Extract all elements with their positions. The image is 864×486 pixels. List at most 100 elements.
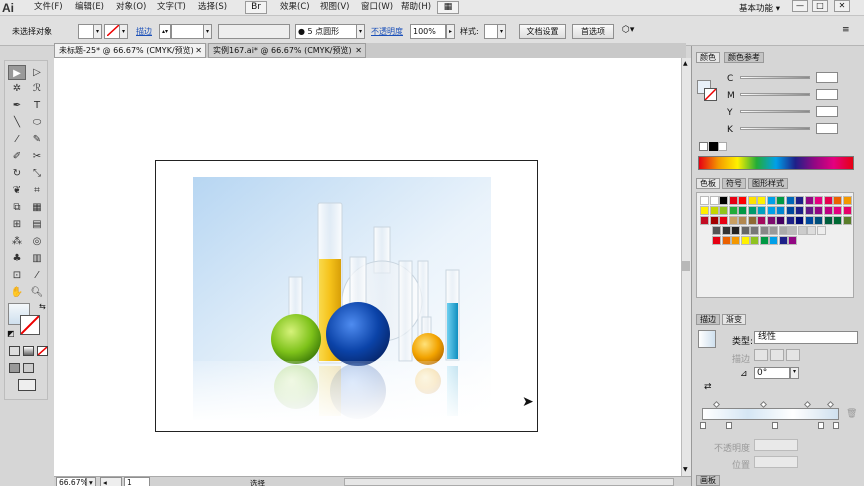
lasso-tool-icon[interactable]: ℛ [28, 81, 46, 96]
color-swatch[interactable] [709, 196, 719, 205]
maximize-button[interactable]: □ [812, 0, 828, 12]
blend-tool-icon[interactable]: ◎ [28, 234, 46, 249]
color-swatch[interactable] [747, 196, 757, 205]
color-swatch[interactable] [814, 206, 823, 215]
style-dropdown[interactable]: ▾ [497, 24, 506, 39]
channel-m-slider[interactable] [740, 93, 810, 96]
color-swatch[interactable] [842, 196, 852, 205]
rotate-tool-icon[interactable]: ↻ [8, 166, 26, 181]
color-swatch[interactable] [769, 226, 778, 235]
gradient-type-select[interactable]: 线性 [754, 331, 858, 344]
color-swatch[interactable] [728, 196, 738, 205]
gradient-stop[interactable] [818, 422, 824, 429]
color-swatch[interactable] [757, 206, 766, 215]
opacity-input[interactable]: 100% [410, 24, 446, 39]
stroke-swatch[interactable] [104, 24, 120, 39]
gradient-angle-input[interactable]: 0° [754, 367, 790, 379]
tab-color[interactable]: 颜色 [696, 52, 720, 63]
color-swatch[interactable] [747, 206, 757, 215]
color-swatch[interactable] [721, 226, 731, 235]
color-swatch[interactable] [759, 226, 769, 235]
isolate-icon[interactable]: ⬡▾ [622, 25, 634, 36]
gradient-stop[interactable] [726, 422, 732, 429]
color-swatch[interactable] [759, 236, 769, 245]
screen-mode-icon[interactable] [18, 379, 36, 391]
symbol-sprayer-tool-icon[interactable]: ♣ [8, 251, 26, 266]
brush-definition[interactable]: ● 5 点圆形 [295, 24, 357, 39]
tab-example-167[interactable]: 实例167.ai* @ 66.67% (CMYK/预览) ✕ [208, 43, 366, 58]
panel-menu-icon[interactable]: ≡ [842, 25, 850, 36]
tab-graphic-styles[interactable]: 图形样式 [748, 178, 788, 189]
gradient-opacity-input[interactable] [754, 439, 798, 451]
menu-file[interactable]: 文件(F) [34, 2, 63, 13]
color-swatch[interactable] [721, 236, 731, 245]
artboard-tool-icon[interactable]: ⊡ [8, 268, 26, 283]
line-tool-icon[interactable]: ╲ [8, 115, 26, 130]
gradient-midpoint[interactable] [826, 400, 835, 409]
workspace-switcher[interactable]: 基本功能 ▾ [739, 2, 780, 14]
gradient-mode-icon[interactable] [23, 346, 34, 356]
menu-help[interactable]: 帮助(H) [401, 2, 431, 13]
delete-stop-icon[interactable]: 🗑︎ [846, 409, 857, 419]
color-swatch[interactable] [833, 216, 842, 225]
menu-window[interactable]: 窗口(W) [361, 2, 393, 13]
tab-gradient[interactable]: 渐变 [722, 314, 746, 325]
color-swatch[interactable] [731, 236, 740, 245]
color-swatch[interactable] [738, 196, 747, 205]
color-swatch[interactable] [766, 216, 776, 225]
menu-view[interactable]: 视图(V) [320, 2, 349, 13]
stroke-weight-dropdown[interactable]: ▾ [203, 24, 212, 39]
gradient-slider[interactable] [702, 408, 839, 420]
color-swatch[interactable] [833, 206, 842, 215]
paintbrush-tool-icon[interactable]: ⁄ [8, 132, 26, 147]
channel-c-slider[interactable] [740, 76, 810, 79]
lab-glassware-illustration[interactable] [156, 161, 539, 433]
gradient-location-input[interactable] [754, 456, 798, 468]
color-swatch[interactable] [785, 196, 795, 205]
color-swatch[interactable] [750, 236, 759, 245]
perspective-grid-tool-icon[interactable]: ▦ [28, 200, 46, 215]
menu-select[interactable]: 选择(S) [198, 2, 227, 13]
gradient-stop[interactable] [700, 422, 706, 429]
reverse-gradient-icon[interactable]: ⇄ [704, 382, 712, 392]
minimize-button[interactable]: — [792, 0, 808, 12]
bridge-button[interactable]: Br [245, 1, 267, 14]
direct-selection-tool-icon[interactable]: ▷ [28, 65, 46, 80]
channel-k-slider[interactable] [740, 127, 810, 130]
color-swatch[interactable] [712, 226, 721, 235]
channel-y-input[interactable] [816, 106, 838, 117]
draw-normal-icon[interactable] [9, 363, 20, 373]
color-swatch[interactable] [709, 206, 719, 215]
vertical-scrollbar[interactable]: ▲ ▼ [681, 58, 691, 476]
magic-wand-tool-icon[interactable]: ✲ [8, 81, 26, 96]
menu-type[interactable]: 文字(T) [157, 2, 186, 13]
fill-swatch[interactable] [78, 24, 94, 39]
channel-y-slider[interactable] [740, 110, 810, 113]
color-swatch[interactable] [776, 196, 785, 205]
gradient-stop[interactable] [833, 422, 839, 429]
gradient-stop[interactable] [772, 422, 778, 429]
stroke-dropdown[interactable]: ▾ [119, 24, 128, 39]
stroke-gradient-along-icon[interactable] [770, 349, 784, 361]
stroke-gradient-within-icon[interactable] [754, 349, 768, 361]
tab-color-guide[interactable]: 颜色参考 [724, 52, 764, 63]
channel-c-input[interactable] [816, 72, 838, 83]
menu-effect[interactable]: 效果(C) [280, 2, 310, 13]
column-graph-tool-icon[interactable]: ▥ [28, 251, 46, 266]
color-swatch[interactable] [750, 226, 759, 235]
scroll-down-icon[interactable]: ▼ [683, 466, 688, 473]
prev-artboard-button[interactable]: ◂ [100, 477, 122, 486]
color-swatch[interactable] [700, 196, 709, 205]
variable-width-profile[interactable] [218, 24, 290, 39]
color-swatch[interactable] [700, 216, 709, 225]
color-swatch[interactable] [804, 216, 814, 225]
gradient-midpoint[interactable] [803, 400, 812, 409]
tab-stroke[interactable]: 描边 [696, 314, 720, 325]
mesh-tool-icon[interactable]: ⊞ [8, 217, 26, 232]
opacity-dropdown[interactable]: ▸ [446, 24, 455, 39]
color-swatch[interactable] [719, 206, 728, 215]
color-swatch[interactable] [719, 196, 728, 205]
gradient-tool-icon[interactable]: ▤ [28, 217, 46, 232]
shape-builder-tool-icon[interactable]: ⧉ [8, 200, 26, 215]
color-swatch[interactable] [816, 226, 826, 235]
